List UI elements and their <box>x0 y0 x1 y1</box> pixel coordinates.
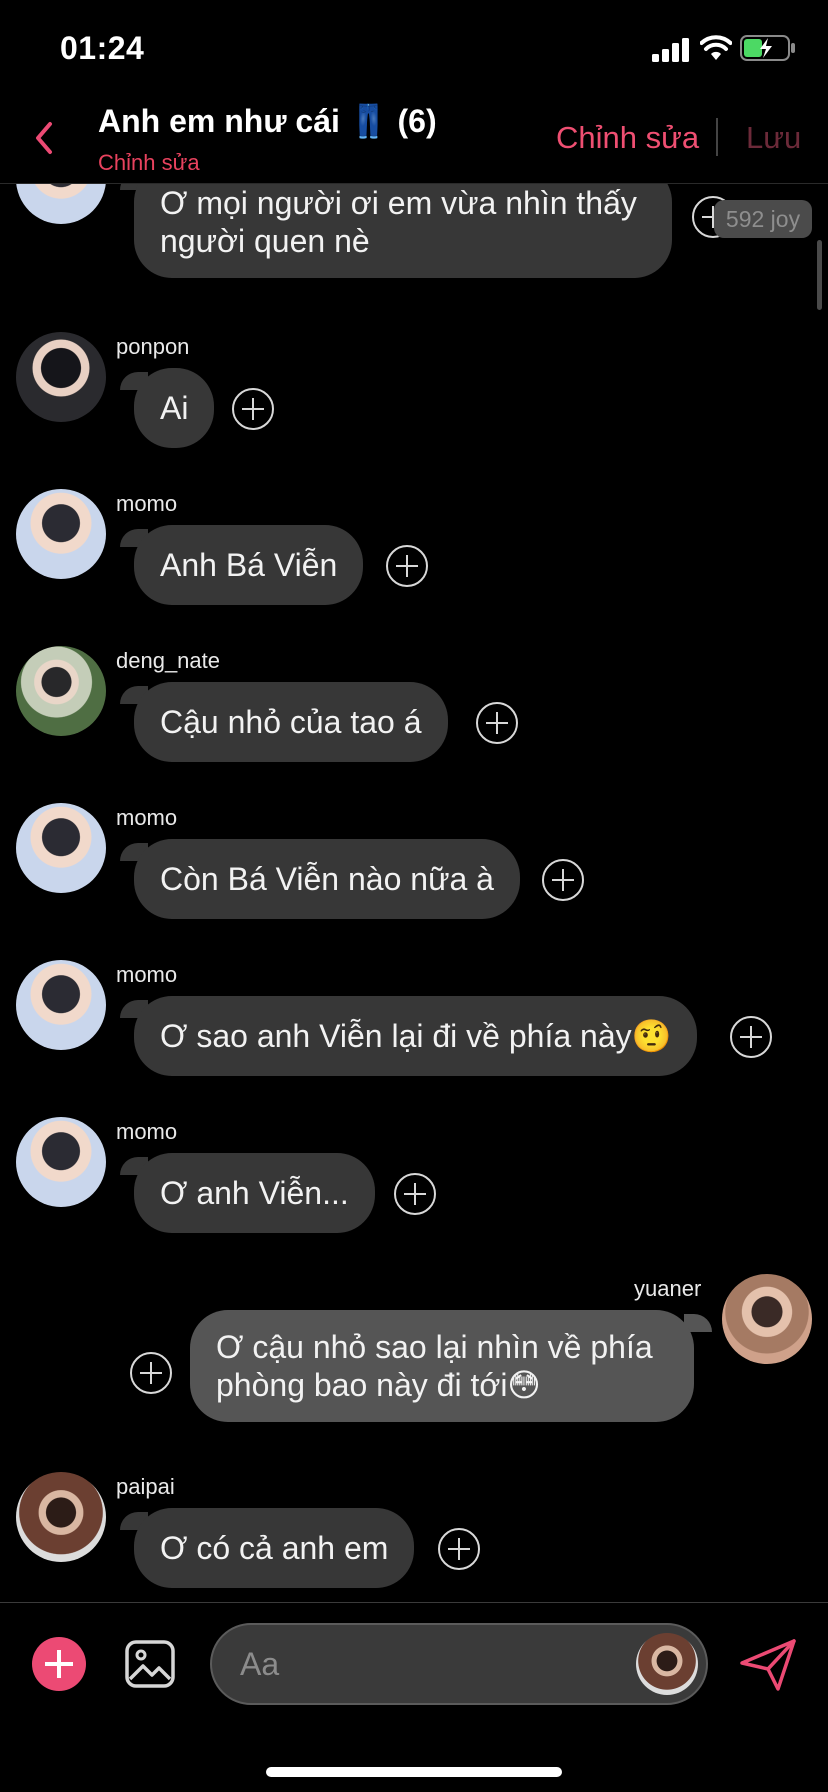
message-row: momo Anh Bá Viễn <box>0 489 828 609</box>
avatar[interactable] <box>16 1472 106 1562</box>
avatar[interactable] <box>16 1117 106 1207</box>
message-row: deng_nate Cậu nhỏ của tao á <box>0 646 828 766</box>
chat-subtitle[interactable]: Chỉnh sửa <box>98 150 200 176</box>
message-row: momo Ơ sao anh Viễn lại đi về phía này🤨 <box>0 960 828 1080</box>
avatar[interactable] <box>16 646 106 736</box>
image-icon[interactable] <box>124 1639 176 1689</box>
message-bubble[interactable]: Cậu nhỏ của tao á <box>134 682 448 762</box>
sender-name: momo <box>116 805 178 830</box>
message-list[interactable]: Ơ mọi người ơi em vừa nhìn thấy người qu… <box>0 184 828 1602</box>
message-text: Còn Bá Viễn nào nữa à <box>160 861 494 897</box>
message-text: Ơ mọi người ơi em vừa nhìn thấy <box>160 185 637 221</box>
message-text: Ơ cậu nhỏ sao lại nhìn về phía <box>216 1329 653 1365</box>
composer-bar <box>0 1602 828 1792</box>
sender-name: momo <box>116 1119 178 1144</box>
message-bubble[interactable]: Ơ sao anh Viễn lại đi về phía này🤨 <box>134 996 698 1076</box>
add-reaction-button[interactable] <box>386 545 428 587</box>
scrollbar[interactable] <box>817 240 822 310</box>
sender-name: paipai <box>116 1474 175 1499</box>
message-row: momo Còn Bá Viễn nào nữa à <box>0 803 828 923</box>
message-bubble[interactable]: Ơ anh Viễn... <box>134 1153 375 1233</box>
sender-name: momo <box>116 962 178 987</box>
sender-name: yuaner <box>634 1276 702 1301</box>
message-row: Ơ mọi người ơi em vừa nhìn thấy người qu… <box>0 184 828 284</box>
chevron-left-icon[interactable] <box>28 118 60 158</box>
message-row: paipai Ơ có cả anh em <box>0 1472 828 1592</box>
add-reaction-button[interactable] <box>232 388 274 430</box>
message-text: Ai <box>160 390 189 426</box>
chat-title: Anh em như cái 👖 (6) <box>98 103 437 139</box>
sender-name: momo <box>116 491 178 516</box>
add-reaction-button[interactable] <box>730 1016 772 1058</box>
add-reaction-button[interactable] <box>394 1173 436 1215</box>
message-bubble[interactable]: Ơ mọi người ơi em vừa nhìn thấy người qu… <box>134 184 672 278</box>
message-text: Anh Bá Viễn <box>160 547 338 583</box>
message-input-container[interactable] <box>210 1623 708 1705</box>
chat-header: Anh em như cái 👖 (6) Chỉnh sửa Chỉnh sửa… <box>0 96 828 184</box>
sender-name: ponpon <box>116 334 190 359</box>
status-bar: 01:24 <box>0 0 828 96</box>
message-bubble[interactable]: Ơ có cả anh em <box>134 1508 415 1588</box>
avatar[interactable] <box>722 1274 812 1364</box>
message-text: Ơ anh Viễn... <box>160 1175 349 1211</box>
message-text: Ơ sao anh Viễn lại đi về phía này🤨 <box>160 1018 672 1054</box>
add-reaction-button[interactable] <box>542 859 584 901</box>
edit-button[interactable]: Chỉnh sửa <box>556 120 699 156</box>
add-reaction-button[interactable] <box>130 1352 172 1394</box>
message-bubble[interactable]: Còn Bá Viễn nào nữa à <box>134 839 520 919</box>
message-row: ponpon Ai <box>0 332 828 452</box>
battery-charging-icon <box>740 35 795 61</box>
message-input[interactable] <box>240 1643 620 1685</box>
status-time: 01:24 <box>60 30 145 66</box>
message-row: yuaner Ơ cậu nhỏ sao lại nhìn về phía ph… <box>0 1274 828 1444</box>
message-bubble[interactable]: Anh Bá Viễn <box>134 525 364 605</box>
avatar[interactable] <box>16 184 106 224</box>
message-bubble[interactable]: Ơ cậu nhỏ sao lại nhìn về phía phòng bao… <box>190 1310 694 1422</box>
message-text: Cậu nhỏ của tao á <box>160 704 422 740</box>
home-indicator[interactable] <box>266 1767 562 1777</box>
joy-count-badge: 592 joy <box>714 200 812 238</box>
avatar[interactable] <box>16 489 106 579</box>
send-icon[interactable] <box>738 1637 798 1693</box>
message-text: người quen nè <box>160 223 370 259</box>
avatar[interactable] <box>636 1633 698 1695</box>
save-button[interactable]: Lưu <box>746 120 801 156</box>
wifi-icon <box>700 35 732 60</box>
header-divider <box>716 118 718 156</box>
message-bubble[interactable]: Ai <box>134 368 215 448</box>
add-reaction-button[interactable] <box>438 1528 480 1570</box>
message-row: momo Ơ anh Viễn... <box>0 1117 828 1237</box>
plus-circle-icon[interactable] <box>32 1637 86 1691</box>
message-text: Ơ có cả anh em <box>160 1530 389 1566</box>
sender-name: deng_nate <box>116 648 220 673</box>
avatar[interactable] <box>16 960 106 1050</box>
add-reaction-button[interactable] <box>476 702 518 744</box>
message-text: phòng bao này đi tới😳 <box>216 1367 541 1403</box>
avatar[interactable] <box>16 332 106 422</box>
avatar[interactable] <box>16 803 106 893</box>
cellular-signal-icon <box>652 38 689 62</box>
